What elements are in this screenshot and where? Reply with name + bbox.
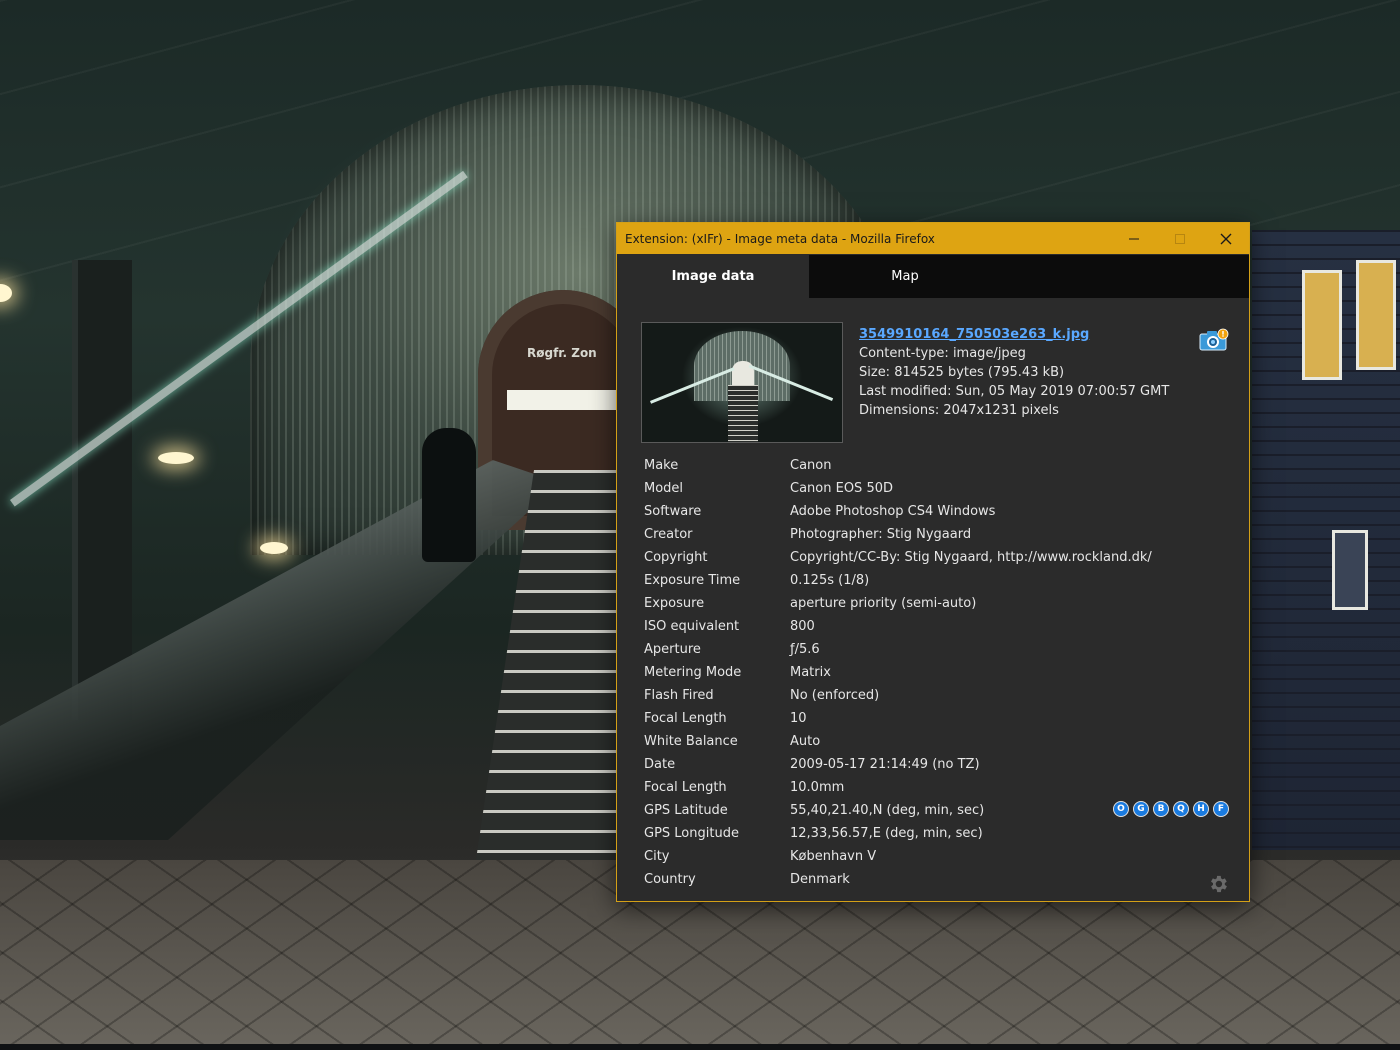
map-link-g[interactable]: G <box>1133 801 1149 817</box>
tab-image-data[interactable]: Image data <box>617 255 809 298</box>
metadata-key: Date <box>644 757 676 772</box>
metadata-key: Make <box>644 458 679 473</box>
xifr-popup-window: Extension: (xIFr) - Image meta data - Mo… <box>616 222 1250 902</box>
metadata-row: Software Adobe Photoshop CS4 Windows <box>644 500 1224 523</box>
minimize-button[interactable] <box>1111 223 1157 254</box>
metadata-key: Creator <box>644 527 693 542</box>
metadata-row: Creator Photographer: Stig Nygaard <box>644 523 1224 546</box>
thumbnail-stairs <box>728 385 758 442</box>
map-link-f[interactable]: F <box>1213 801 1229 817</box>
metadata-row: GPS Longitude 12,33,56.57,E (deg, min, se… <box>644 822 1224 845</box>
metadata-key: Flash Fired <box>644 688 714 703</box>
file-name-link[interactable]: 3549910164_750503e263_k.jpg <box>859 327 1089 342</box>
map-service-links: O G B Q H F <box>1113 801 1229 817</box>
metadata-key: Focal Length <box>644 780 727 795</box>
metadata-value: Adobe Photoshop CS4 Windows <box>790 504 996 519</box>
metadata-value: Photographer: Stig Nygaard <box>790 527 972 542</box>
metadata-row: Flash Fired No (enforced) <box>644 684 1224 707</box>
metadata-row: Date 2009-05-17 21:14:49 (no TZ) <box>644 753 1224 776</box>
metadata-key: Aperture <box>644 642 701 657</box>
metadata-value: aperture priority (semi-auto) <box>790 596 977 611</box>
metadata-key: City <box>644 849 670 864</box>
metadata-row: Copyright Copyright/CC-By: Stig Nygaard, … <box>644 546 1224 569</box>
metadata-key: Country <box>644 872 696 887</box>
metadata-key: Metering Mode <box>644 665 742 680</box>
file-info: 3549910164_750503e263_k.jpg Content-type… <box>859 325 1199 420</box>
metadata-key: White Balance <box>644 734 738 749</box>
metadata-key: GPS Latitude <box>644 803 728 818</box>
metadata-row: Metering Mode Matrix <box>644 661 1224 684</box>
screen-bottom-edge <box>0 1044 1400 1050</box>
close-button[interactable] <box>1203 223 1249 254</box>
metadata-row: Focal Length 10 <box>644 707 1224 730</box>
pillar <box>72 260 132 720</box>
tab-bar: Image data Map <box>617 255 1249 298</box>
map-link-o[interactable]: O <box>1113 801 1129 817</box>
metadata-row: Focal Length 10.0mm <box>644 776 1224 799</box>
metadata-value: Canon <box>790 458 832 473</box>
map-link-h[interactable]: H <box>1193 801 1209 817</box>
metadata-key: Software <box>644 504 702 519</box>
metadata-value: No (enforced) <box>790 688 880 703</box>
window-title: Extension: (xIFr) - Image meta data - Mo… <box>625 231 935 246</box>
metadata-value: 10.0mm <box>790 780 845 795</box>
metadata-key: Exposure Time <box>644 573 741 588</box>
window-titlebar[interactable]: Extension: (xIFr) - Image meta data - Mo… <box>617 223 1249 254</box>
gear-icon[interactable] <box>1207 873 1229 895</box>
metadata-row: City København V <box>644 845 1224 868</box>
metadata-value: Denmark <box>790 872 850 887</box>
building-window <box>1332 530 1368 610</box>
camera-info-icon[interactable] <box>1199 328 1229 352</box>
metadata-row: Make Canon <box>644 454 1224 477</box>
person-silhouette <box>422 428 476 562</box>
metadata-value: 800 <box>790 619 815 634</box>
metadata-row: Country Denmark <box>644 868 1224 891</box>
tunnel-light <box>507 390 617 410</box>
image-data-panel: 3549910164_750503e263_k.jpg Content-type… <box>617 298 1249 901</box>
metadata-value: Auto <box>790 734 821 749</box>
maximize-icon <box>1175 233 1185 244</box>
metadata-value: 12,33,56.57,E (deg, min, sec) <box>790 826 983 841</box>
metadata-value: Matrix <box>790 665 831 680</box>
metadata-key: Focal Length <box>644 711 727 726</box>
metadata-value: Canon EOS 50D <box>790 481 893 496</box>
metadata-key: Exposure <box>644 596 705 611</box>
metadata-key: GPS Longitude <box>644 826 739 841</box>
metadata-table: Make Canon Model Canon EOS 50D Software Ado… <box>644 454 1224 891</box>
building-window <box>1302 270 1342 380</box>
metadata-value: ƒ/5.6 <box>790 642 820 657</box>
metadata-value: 10 <box>790 711 807 726</box>
content-type: Content-type: image/jpeg <box>859 346 1026 361</box>
image-dimensions: Dimensions: 2047x1231 pixels <box>859 403 1059 418</box>
metadata-row: White Balance Auto <box>644 730 1224 753</box>
metadata-row: Exposure aperture priority (semi-auto) <box>644 592 1224 615</box>
metadata-value: 2009-05-17 21:14:49 (no TZ) <box>790 757 980 772</box>
metadata-row: ISO equivalent 800 <box>644 615 1224 638</box>
metadata-key: Copyright <box>644 550 708 565</box>
tab-map[interactable]: Map <box>809 255 1001 298</box>
metadata-value: København V <box>790 849 877 864</box>
ceiling-lamp <box>260 542 288 554</box>
minimize-icon <box>1129 238 1139 239</box>
brick-building <box>1252 230 1400 850</box>
metadata-value: 0.125s (1/8) <box>790 573 870 588</box>
file-size: Size: 814525 bytes (795.43 kB) <box>859 365 1065 380</box>
metadata-row: Exposure Time 0.125s (1/8) <box>644 569 1224 592</box>
metadata-key: Model <box>644 481 684 496</box>
metadata-row: Aperture ƒ/5.6 <box>644 638 1224 661</box>
ceiling-lamp <box>158 452 194 464</box>
map-link-q[interactable]: Q <box>1173 801 1189 817</box>
building-window <box>1356 260 1396 370</box>
metadata-row: Model Canon EOS 50D <box>644 477 1224 500</box>
map-link-b[interactable]: B <box>1153 801 1169 817</box>
close-icon <box>1220 233 1232 244</box>
maximize-button[interactable] <box>1157 223 1203 254</box>
last-modified: Last modified: Sun, 05 May 2019 07:00:57… <box>859 384 1170 399</box>
no-smoking-sign: Røgfr. Zon <box>527 346 597 360</box>
image-thumbnail[interactable] <box>641 322 843 443</box>
metadata-value: Copyright/CC-By: Stig Nygaard, http://ww… <box>790 550 1152 565</box>
metadata-key: ISO equivalent <box>644 619 740 634</box>
